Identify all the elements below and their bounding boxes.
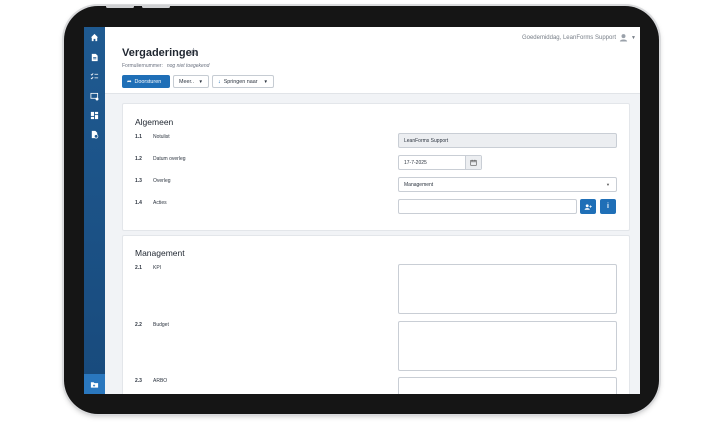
field-label-arbo: ARBO [153,378,168,384]
date-value: 17-7-2025 [404,159,427,166]
sidebar-item-documents[interactable] [84,49,105,65]
calendar-icon [470,159,477,166]
field-number: 2.3 [135,378,142,384]
sidebar [84,27,105,394]
forward-icon: ➦ [127,78,132,85]
field-number: 2.1 [135,265,142,271]
jump-to-dropdown-label: Springen naar [223,78,258,85]
section-title: Algemeen [135,117,174,127]
field-number: 1.3 [135,178,142,184]
field-label-kpi: KPI [153,265,162,271]
page-title: Vergaderingen [122,47,199,59]
dashboard-icon [90,111,99,119]
forward-button-label: Doorsturen [134,78,162,85]
field-number: 1.4 [135,200,142,206]
kpi-textarea[interactable] [398,264,617,314]
sidebar-item-settings[interactable] [84,126,105,142]
sidebar-item-screens[interactable] [84,88,105,104]
folder-icon [90,381,99,388]
arrow-down-icon: ↓ [218,78,221,85]
tablet-volume-button [106,5,134,8]
overleg-select[interactable]: Management ▼ [398,177,617,192]
more-dropdown[interactable]: Meer.. ▼ [173,75,209,88]
home-icon [90,33,99,41]
section-title: Management [135,248,185,258]
field-label-overleg: Overleg [153,178,171,184]
field-label-notulist: Notulist [153,134,170,140]
chevron-down-icon: ▼ [198,79,203,84]
date-field[interactable]: 17-7-2025 [398,155,482,170]
user-greeting[interactable]: Goedemiddag, LeanForms Support [522,35,616,41]
main-area: Goedemiddag, LeanForms Support ▼ Vergade… [105,27,640,394]
arbo-textarea[interactable] [398,377,617,394]
field-number: 1.1 [135,134,142,140]
user-avatar-icon[interactable] [619,33,628,42]
chevron-down-icon[interactable]: ▼ [631,35,636,41]
more-dropdown-label: Meer.. [179,78,194,85]
field-number: 2.2 [135,322,142,328]
info-icon: i [607,203,609,210]
section-general: Algemeen 1.1 Notulist LeanForms Support … [122,103,630,231]
gear-document-icon [91,130,99,138]
forward-button[interactable]: ➦ Doorsturen [122,75,170,88]
sidebar-item-dashboard[interactable] [84,107,105,123]
notulist-value: LeanForms Support [404,137,449,144]
app-screen: Goedemiddag, LeanForms Support ▼ Vergade… [84,27,640,394]
acties-field[interactable] [398,199,577,214]
form-number-label: Formuliernummer: [122,63,163,69]
form-number: Formuliernummer: nog niet toegekend [122,63,209,69]
notulist-field: LeanForms Support [398,133,617,148]
sidebar-item-home[interactable] [84,29,105,45]
field-label-budget: Budget [153,322,169,328]
add-user-button[interactable] [580,199,596,214]
section-management: Management 2.1 KPI 2.2 Budget 2.3 ARBO [122,235,630,394]
jump-to-dropdown[interactable]: ↓ Springen naar ▼ [212,75,274,88]
add-user-icon [584,203,592,210]
screen-settings-icon [90,92,99,100]
budget-textarea[interactable] [398,321,617,371]
document-icon [91,53,98,61]
chevron-down-icon: ▼ [606,182,610,187]
field-label-date: Datum overleg [153,156,186,162]
tablet-power-button [142,5,170,8]
sidebar-item-tasks[interactable] [84,68,105,84]
info-button[interactable]: i [600,199,616,214]
overleg-value: Management [404,181,434,188]
sidebar-bottom-button[interactable] [84,374,105,394]
page-header: Goedemiddag, LeanForms Support ▼ Vergade… [105,27,640,94]
form-number-value: nog niet toegekend [166,63,210,69]
checklist-icon [90,72,99,79]
calendar-button[interactable] [465,156,481,169]
star-icon[interactable]: ☆ [189,47,198,58]
field-number: 1.2 [135,156,142,162]
chevron-down-icon: ▼ [263,79,268,84]
field-label-acties: Acties [153,200,167,206]
